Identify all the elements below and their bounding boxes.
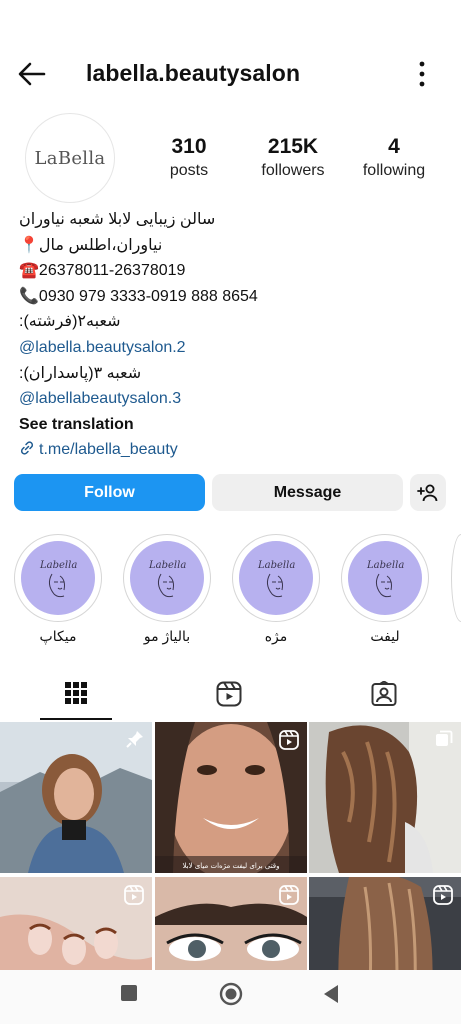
bio-name-line: سالن زیبایی لابلا شعبه نیاوران	[19, 211, 216, 228]
post-thumbnail-carousel[interactable]	[309, 722, 461, 873]
highlight-cover: Labella	[21, 541, 95, 615]
link-icon	[20, 441, 34, 455]
see-translation-link[interactable]: See translation	[19, 412, 439, 438]
svg-text:Labella: Labella	[366, 560, 404, 571]
post-thumbnail-reel-nails[interactable]	[0, 877, 152, 970]
recents-square-icon[interactable]	[120, 984, 138, 1002]
tagged-person-icon	[371, 681, 397, 706]
highlight-ring: Labella	[232, 534, 320, 622]
post-thumbnail-reel[interactable]: وقتی برای لیفت مژه‌ات میای لابلا	[155, 722, 307, 873]
posts-count: 310	[171, 135, 207, 158]
tab-posts-grid[interactable]	[40, 668, 112, 720]
profile-bio: سالن زیبایی لابلا شعبه نیاوران 📍نیاوران،…	[19, 207, 439, 463]
highlight-label: بالیاژ مو	[143, 628, 191, 644]
highlight-ring: Labella	[123, 534, 211, 622]
suggested-users-button[interactable]	[410, 474, 446, 511]
grid-icon	[65, 682, 87, 704]
bio-branch2-line: شعبه۲(فرشته):	[19, 313, 121, 331]
telephone-icon: ☎️	[19, 262, 39, 280]
back-triangle-icon[interactable]	[322, 984, 340, 1004]
reel-icon	[124, 885, 144, 905]
highlight-ring: Labella	[341, 534, 429, 622]
profile-avatar[interactable]: LaBella	[25, 113, 115, 203]
highlight-label: میکاپ	[39, 628, 77, 644]
posts-label: posts	[169, 162, 209, 179]
post-thumbnail-pinned[interactable]	[0, 722, 152, 873]
highlight-lashes[interactable]: Labella مژه	[232, 534, 320, 645]
reels-icon	[216, 681, 242, 707]
more-options-icon[interactable]	[414, 58, 430, 90]
system-nav-bar	[0, 970, 461, 1024]
followers-label: followers	[261, 162, 325, 179]
face-sketch-icon: Labella	[39, 560, 77, 598]
highlight-cover: Labella	[130, 541, 204, 615]
bio-link-text: t.me/labella_beauty	[39, 441, 178, 459]
stat-posts[interactable]: 310 posts	[155, 134, 223, 182]
back-arrow-icon[interactable]	[16, 60, 48, 88]
bio-address-text: نیاوران،اطلس مال	[38, 236, 163, 254]
bio-address-line: 📍نیاوران،اطلس مال	[19, 233, 439, 259]
highlight-balayage[interactable]: Labella بالیاژ مو	[123, 534, 211, 645]
avatar-logo-text: LaBella	[34, 147, 106, 169]
bio-mobile-text: 0930 979 3333-0919 888 8654	[38, 287, 258, 305]
following-label: following	[362, 162, 426, 179]
bio-branch3-mention[interactable]: @labellabeautysalon.3	[19, 386, 439, 412]
svg-text:Labella: Labella	[39, 560, 77, 571]
highlight-cover: Labella	[239, 541, 313, 615]
bio-mobile-line: 📞0930 979 3333-0919 888 8654	[19, 284, 439, 310]
highlight-makeup[interactable]: Labella میکاپ	[14, 534, 102, 645]
profile-tabs	[0, 668, 461, 720]
face-sketch-icon: Labella	[257, 560, 295, 598]
carousel-icon	[436, 730, 453, 746]
face-sketch-icon: Labella	[148, 560, 186, 598]
bio-branch3-line: شعبه ۳(پاسداران):	[19, 364, 142, 382]
highlight-label: لیفت	[370, 628, 400, 644]
post-thumbnail-reel-eyes[interactable]	[155, 877, 307, 970]
bio-branch2-mention[interactable]: @labella.beautysalon.2	[19, 335, 439, 361]
svg-text:Labella: Labella	[257, 560, 295, 571]
reel-icon	[433, 885, 453, 905]
highlight-lift[interactable]: Labella لیفت	[341, 534, 429, 645]
follow-button[interactable]: Follow	[14, 474, 205, 511]
pin-icon	[126, 731, 143, 748]
followers-count: 215K	[267, 135, 319, 158]
top-bar: labella.beautysalon	[0, 44, 461, 104]
stat-followers[interactable]: 215K followers	[247, 134, 339, 182]
highlight-label: مژه	[264, 628, 288, 644]
bio-phone-text: 26378011-26378019	[38, 262, 186, 280]
stat-following[interactable]: 4 following	[352, 134, 436, 182]
posts-grid: وقتی برای لیفت مژه‌ات میای لابلا	[0, 722, 461, 970]
post-thumbnail-reel-hair[interactable]	[309, 877, 461, 970]
tab-reels[interactable]	[193, 668, 265, 720]
following-count: 4	[388, 135, 400, 158]
face-sketch-icon: Labella	[366, 560, 404, 598]
message-button[interactable]: Message	[212, 474, 403, 511]
add-user-icon	[417, 484, 438, 501]
highlight-partial[interactable]	[451, 534, 461, 622]
reel-icon	[279, 730, 299, 750]
home-circle-icon[interactable]	[219, 982, 243, 1006]
reel-caption: وقتی برای لیفت مژه‌ات میای لابلا	[182, 862, 279, 870]
svg-text:Labella: Labella	[148, 560, 186, 571]
reel-icon	[279, 885, 299, 905]
phone-receiver-icon: 📞	[19, 287, 39, 305]
highlight-ring: Labella	[14, 534, 102, 622]
bio-phone-line: ☎️26378011-26378019	[19, 258, 439, 284]
bio-external-link[interactable]: t.me/labella_beauty	[19, 437, 439, 463]
highlight-cover: Labella	[348, 541, 422, 615]
tab-tagged[interactable]	[348, 668, 420, 720]
pin-icon: 📍	[19, 236, 39, 254]
profile-username: labella.beautysalon	[86, 60, 301, 86]
